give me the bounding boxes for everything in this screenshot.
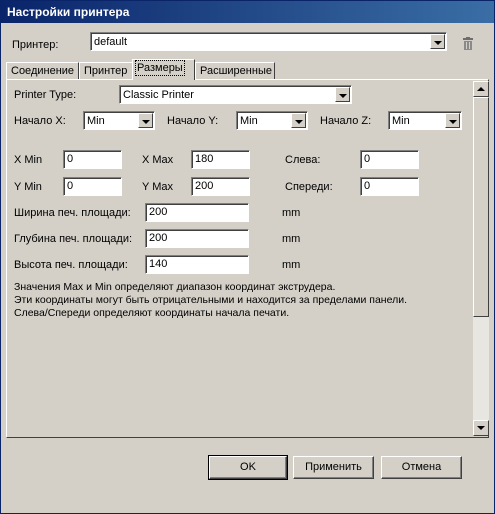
trash-icon[interactable] — [462, 37, 474, 50]
origin-z-select[interactable]: Min — [388, 111, 462, 130]
tab-printer[interactable]: Принтер — [79, 62, 133, 79]
window-title: Настройки принтера — [7, 5, 130, 19]
title-bar[interactable]: Настройки принтера — [1, 1, 494, 23]
front-field[interactable]: 0 — [360, 177, 419, 196]
apply-button[interactable]: Применить — [293, 456, 374, 479]
x-max-field[interactable]: 180 — [191, 150, 250, 169]
bed-height-field[interactable]: 140 — [145, 255, 249, 274]
ok-button[interactable]: OK — [208, 455, 288, 480]
y-max-field[interactable]: 200 — [191, 177, 250, 196]
origin-x-select[interactable]: Min — [83, 111, 155, 130]
tab-dimensions[interactable]: Размеры — [132, 59, 195, 80]
origin-x-label: Начало X: — [14, 115, 66, 127]
origin-y-select[interactable]: Min — [236, 111, 308, 130]
y-min-field[interactable]: 0 — [63, 177, 122, 196]
left-field[interactable]: 0 — [360, 150, 419, 169]
help-text: Значения Max и Min определяют диапазон к… — [14, 281, 408, 319]
origin-z-label: Начало Z: — [320, 115, 372, 127]
tab-advanced[interactable]: Расширенные — [195, 62, 275, 79]
x-min-field[interactable]: 0 — [63, 150, 122, 169]
bed-width-unit: mm — [282, 207, 301, 219]
bed-depth-field[interactable]: 200 — [145, 229, 249, 248]
bed-depth-label: Глубина печ. площади: — [14, 233, 133, 245]
bed-height-unit: mm — [282, 259, 301, 271]
scroll-thumb[interactable] — [473, 97, 489, 317]
tab-connection[interactable]: Соединение — [6, 62, 79, 79]
origin-y-label: Начало Y: — [167, 115, 219, 127]
x-min-label: X Min — [14, 154, 43, 166]
chevron-down-icon[interactable] — [445, 113, 460, 128]
bed-width-label: Ширина печ. площади: — [14, 207, 131, 219]
chevron-down-icon[interactable] — [430, 34, 445, 49]
printer-label: Принтер: — [12, 39, 59, 51]
left-label: Слева: — [285, 154, 321, 166]
front-label: Спереди: — [285, 181, 333, 193]
printer-select[interactable]: default — [90, 32, 447, 51]
bed-height-label: Высота печ. площади: — [14, 259, 128, 271]
scroll-down-icon[interactable] — [473, 420, 489, 436]
printer-settings-window: Настройки принтера Принтер: default Соед… — [0, 0, 495, 514]
chevron-down-icon[interactable] — [138, 113, 153, 128]
vertical-scrollbar[interactable] — [473, 81, 489, 436]
printer-type-label: Printer Type: — [14, 89, 77, 101]
chevron-down-icon[interactable] — [335, 87, 350, 102]
y-max-label: Y Max — [142, 181, 173, 193]
cancel-button[interactable]: Отмена — [381, 456, 462, 479]
y-min-label: Y Min — [14, 181, 42, 193]
printer-type-select[interactable]: Classic Printer — [119, 85, 352, 104]
bed-depth-unit: mm — [282, 233, 301, 245]
x-max-label: X Max — [142, 154, 174, 166]
scroll-up-icon[interactable] — [473, 81, 489, 97]
chevron-down-icon[interactable] — [291, 113, 306, 128]
bed-width-field[interactable]: 200 — [145, 203, 249, 222]
